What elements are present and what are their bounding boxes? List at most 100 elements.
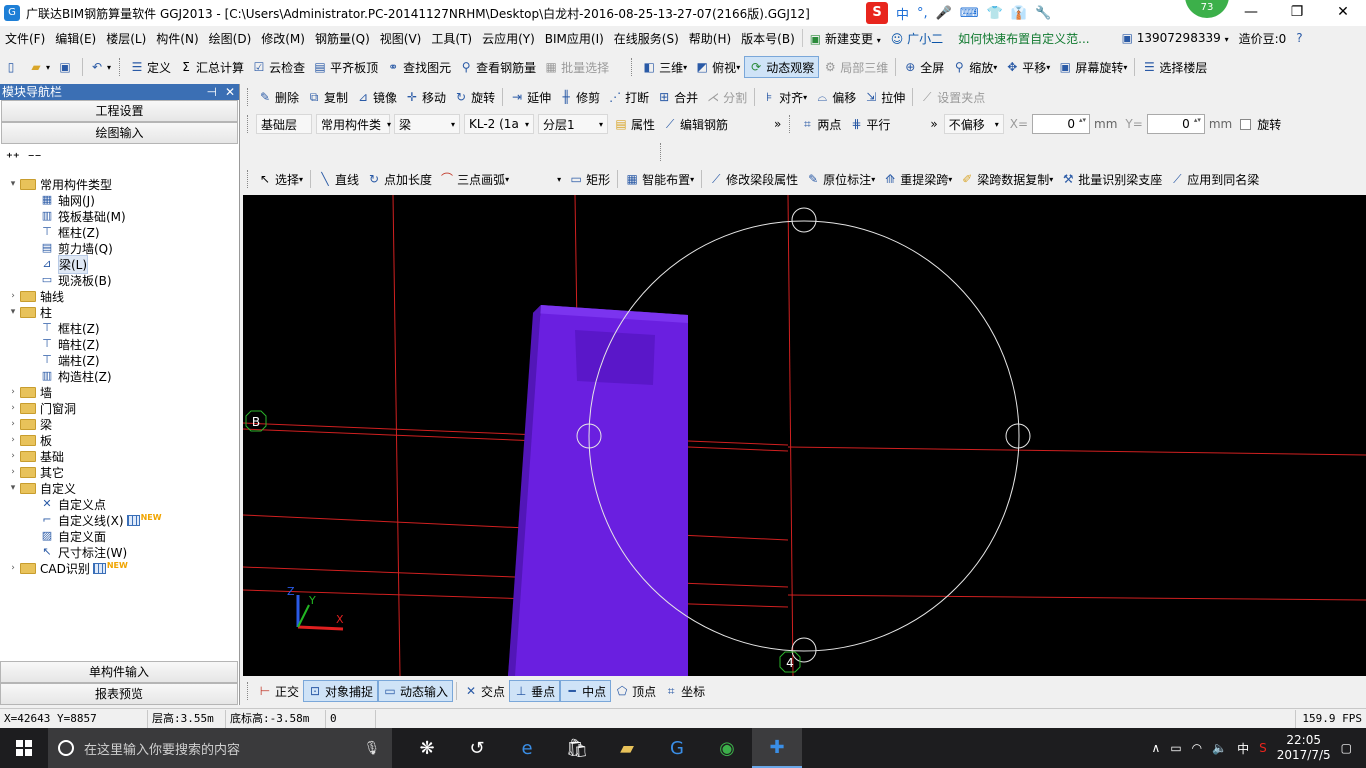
dynamic-view-button[interactable]: ⟳ 动态观察: [744, 56, 820, 78]
menu-file[interactable]: 文件(F): [0, 30, 50, 47]
tree-node[interactable]: ✕ 自定义点: [0, 496, 238, 512]
collapse-arrow-icon[interactable]: ▾: [8, 307, 18, 317]
type-select[interactable]: 梁 ▾: [394, 114, 460, 134]
ortho-toggle[interactable]: ⊢ 正交: [254, 680, 303, 702]
tree-node[interactable]: ⊤ 暗柱(Z): [0, 336, 238, 352]
three-arc-button[interactable]: ⌒ 三点画弧 ▾: [436, 168, 513, 190]
rect-button[interactable]: ▭ 矩形: [565, 168, 614, 190]
floor-select[interactable]: 基础层: [256, 114, 312, 134]
panel-close-icon[interactable]: ✕: [225, 84, 235, 100]
ime-keyboard-icon[interactable]: ⌨: [960, 6, 979, 21]
offset-button[interactable]: ⌓ 偏移: [811, 86, 860, 108]
batch-identify-button[interactable]: ⚒ 批量识别梁支座: [1057, 168, 1166, 190]
toolbar-grip[interactable]: [789, 115, 792, 133]
top-view-button[interactable]: ◩ 俯视 ▾: [691, 56, 744, 78]
expand-arrow-icon[interactable]: ›: [8, 563, 18, 573]
glodon-app-icon[interactable]: G: [652, 728, 702, 768]
tab-project-settings[interactable]: 工程设置: [1, 100, 238, 122]
tree-node[interactable]: › 板: [0, 432, 238, 448]
menu-rebar-qty[interactable]: 钢筋量(Q): [310, 30, 375, 47]
fullscreen-button[interactable]: ⊕ 全屏: [899, 56, 948, 78]
ime-voice-icon[interactable]: 🎤: [936, 6, 952, 21]
tree-node[interactable]: › 梁: [0, 416, 238, 432]
wifi-icon[interactable]: ◠: [1192, 741, 1202, 755]
extend-button[interactable]: ⇥ 延伸: [506, 86, 555, 108]
menu-tools[interactable]: 工具(T): [426, 30, 477, 47]
tree-node[interactable]: › 门窗洞: [0, 400, 238, 416]
tree-node[interactable]: ▥ 构造柱(Z): [0, 368, 238, 384]
toolbar-grip[interactable]: [247, 88, 250, 106]
restore-button[interactable]: ❐: [1274, 0, 1320, 26]
properties-button[interactable]: ▤ 属性: [610, 113, 659, 135]
x-offset-input[interactable]: 0: [1032, 114, 1091, 134]
coordinate-toggle[interactable]: ⌗ 坐标: [660, 680, 709, 702]
undo-button[interactable]: ↶ ▾: [86, 56, 115, 78]
dyn-input-toggle[interactable]: ▭ 动态输入: [378, 680, 454, 702]
menu-online[interactable]: 在线服务(S): [609, 30, 684, 47]
menu-modify[interactable]: 修改(M): [256, 30, 310, 47]
y-offset-input[interactable]: 0: [1146, 114, 1205, 134]
toolbar-grip[interactable]: [631, 58, 634, 76]
ime-punct-icon[interactable]: °,: [917, 6, 928, 21]
sogou-tray-icon[interactable]: S: [1259, 741, 1267, 755]
pin-icon[interactable]: ⊣: [206, 84, 216, 100]
tree-node[interactable]: ⊤ 框柱(Z): [0, 224, 238, 240]
task-view-icon[interactable]: ❋: [402, 728, 452, 768]
menu-view[interactable]: 视图(V): [375, 30, 427, 47]
toolbar-grip[interactable]: [247, 170, 250, 188]
tree-node[interactable]: ▾ 自定义: [0, 480, 238, 496]
tree-node[interactable]: ▭ 现浇板(B): [0, 272, 238, 288]
ime-skin-icon[interactable]: 👕: [987, 6, 1003, 21]
tree-node[interactable]: ▥ 筏板基础(M): [0, 208, 238, 224]
tab-report-preview[interactable]: 报表预览: [0, 683, 238, 705]
expand-arrow-icon[interactable]: ›: [8, 467, 18, 477]
tree-node[interactable]: ▦ 轴网(J): [0, 192, 238, 208]
sogou-icon[interactable]: S: [866, 2, 888, 24]
zoom-button[interactable]: ⚲ 缩放 ▾: [948, 56, 1001, 78]
open-file-button[interactable]: ▰ ▾: [25, 56, 54, 78]
osnap-toggle[interactable]: ⊡ 对象捕捉: [303, 680, 379, 702]
tree-node[interactable]: ⊿ 梁(L): [0, 254, 238, 274]
tree-node[interactable]: ▾ 常用构件类型: [0, 176, 238, 192]
smart-layout-button[interactable]: ▦ 智能布置 ▾: [621, 168, 698, 190]
tree-node[interactable]: ▨ 自定义面: [0, 528, 238, 544]
tree-node[interactable]: ↖ 尺寸标注(W): [0, 544, 238, 560]
midpoint-toggle[interactable]: ━ 中点: [560, 680, 612, 702]
file-explorer-icon[interactable]: ▰: [602, 728, 652, 768]
microphone-icon[interactable]: 🎙: [363, 741, 380, 756]
modify-span-button[interactable]: ⟋ 修改梁段属性: [705, 168, 802, 190]
three-d-button[interactable]: ◧ 三维 ▾: [638, 56, 691, 78]
taskbar-clock[interactable]: 22:05 2017/7/5: [1277, 733, 1331, 763]
local-3d-button[interactable]: ⚙ 局部三维: [819, 56, 892, 78]
view-rebar-button[interactable]: ⚲ 查看钢筋量: [455, 56, 540, 78]
close-button[interactable]: ✕: [1320, 0, 1366, 26]
find-element-button[interactable]: ⚭ 查找图元: [382, 56, 455, 78]
new-file-button[interactable]: ▯: [0, 56, 25, 78]
menu-cloud[interactable]: 云应用(Y): [477, 30, 540, 47]
tree-node[interactable]: › 基础: [0, 448, 238, 464]
parallel-button[interactable]: ⋕ 平行: [845, 113, 894, 135]
tree-node[interactable]: › 墙: [0, 384, 238, 400]
tree-node[interactable]: ⊤ 框柱(Z): [0, 320, 238, 336]
layer-select[interactable]: 分层1 ▾: [538, 114, 608, 134]
offset-mode-select[interactable]: 不偏移 ▾: [943, 114, 1004, 134]
help-link[interactable]: 如何快速布置自定义范...: [948, 30, 1094, 47]
overflow-chevron-icon[interactable]: »: [770, 113, 785, 135]
notifications-icon[interactable]: ▢: [1341, 741, 1352, 755]
merge-button[interactable]: ⊞ 合并: [653, 86, 702, 108]
overflow-chevron-icon[interactable]: »: [926, 113, 941, 135]
tab-draw-input[interactable]: 绘图输入: [1, 122, 238, 144]
toolbar-grip[interactable]: [119, 58, 122, 76]
edge-icon[interactable]: e: [502, 728, 552, 768]
two-points-button[interactable]: ⌗ 两点: [796, 113, 845, 135]
batch-select-button[interactable]: ▦ 批量选择: [540, 56, 613, 78]
intersection-toggle[interactable]: ✕ 交点: [460, 680, 509, 702]
toolbar-grip[interactable]: [247, 115, 250, 133]
score-badge[interactable]: 73: [1185, 0, 1229, 18]
flush-slab-button[interactable]: ▤ 平齐板顶: [309, 56, 382, 78]
360-safe-icon[interactable]: ◉: [702, 728, 752, 768]
trim-button[interactable]: ╫ 修剪: [555, 86, 604, 108]
expand-arrow-icon[interactable]: ›: [8, 451, 18, 461]
ime-indicator[interactable]: 中: [1237, 740, 1249, 757]
point-length-button[interactable]: ↻ 点加长度: [363, 168, 436, 190]
